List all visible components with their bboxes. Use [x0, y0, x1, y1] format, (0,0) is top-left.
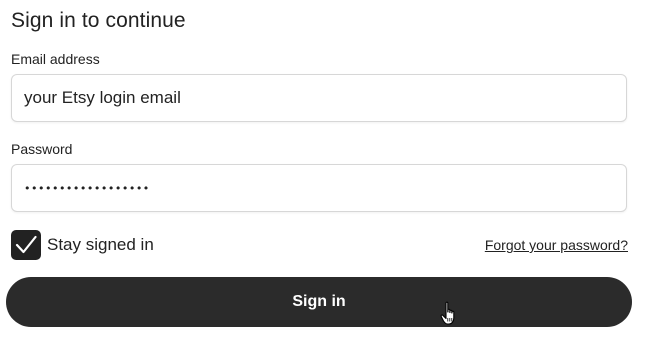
- password-label: Password: [11, 141, 73, 157]
- email-field[interactable]: [11, 74, 627, 122]
- sign-in-button[interactable]: Sign in: [6, 277, 632, 327]
- sign-in-form: Sign in to continue Email address Passwo…: [0, 0, 650, 342]
- password-field[interactable]: [11, 164, 627, 212]
- email-label: Email address: [11, 51, 100, 67]
- form-title: Sign in to continue: [11, 9, 186, 32]
- stay-signed-in-checkbox[interactable]: [11, 230, 41, 260]
- stay-signed-in-label[interactable]: Stay signed in: [47, 235, 154, 255]
- forgot-password-link[interactable]: Forgot your password?: [485, 237, 628, 253]
- hand-pointer-icon: [440, 301, 455, 325]
- checkmark-icon: [15, 235, 37, 254]
